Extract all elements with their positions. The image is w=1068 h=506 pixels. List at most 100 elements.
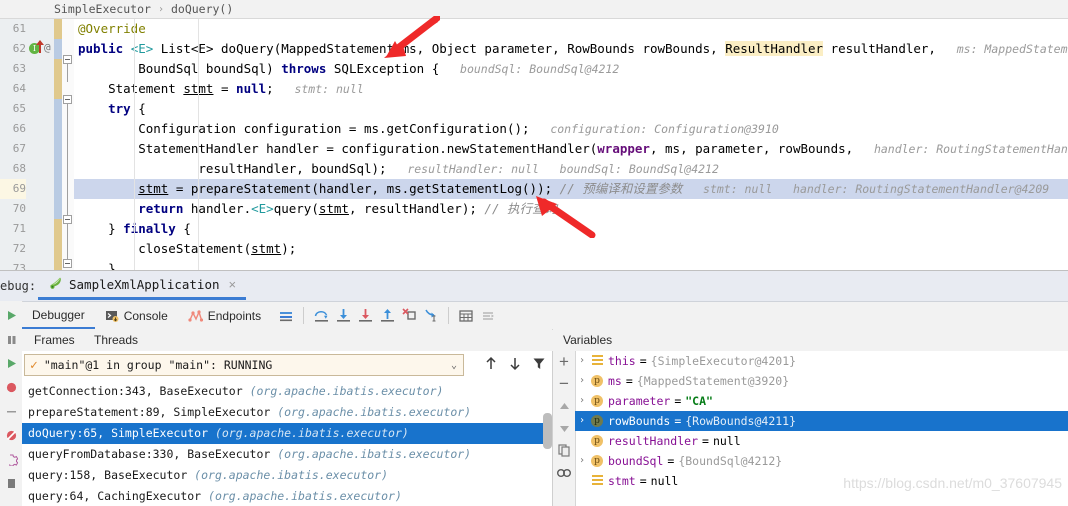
variables-list[interactable]: › this = {SimpleExecutor@4201} › p ms = {MappedS… [575,351,1068,506]
code-line[interactable]: return handler.<E>query(stmt, resultHand… [74,199,1068,219]
scrollbar-thumb[interactable] [543,413,552,449]
arrow-up-icon[interactable] [484,356,498,374]
pin-icon[interactable] [0,471,22,495]
toolbar-divider [448,307,450,324]
frames-scrollbar[interactable] [543,381,552,506]
indent-guide [134,159,135,179]
variable-row[interactable]: › this = {SimpleExecutor@4201} [575,351,1068,371]
code-line[interactable]: Statement stmt = null; stmt: null [74,79,1068,99]
mute-breakpoints-icon[interactable] [477,305,499,327]
evaluate-expression-icon[interactable] [455,305,477,327]
view-breakpoints-icon[interactable] [0,375,22,399]
code-line[interactable]: StatementHandler handler = configuration… [74,139,1068,159]
step-out-icon[interactable] [376,305,398,327]
code-line[interactable]: public <E> List<E> doQuery(MappedStateme… [74,39,1068,59]
indent-guide [198,139,199,159]
variable-row[interactable]: › p parameter = "CA" [575,391,1068,411]
expand-chevron-icon[interactable]: › [575,351,589,371]
variable-row[interactable]: stmt = null [575,471,1068,491]
code-line[interactable]: Configuration configuration = ms.getConf… [74,119,1068,139]
remove-watch-icon[interactable]: − [553,373,575,395]
variable-row[interactable]: › p ms = {MappedStatement@3920} [575,371,1068,391]
subtab-frames-label: Frames [34,333,75,347]
subtab-frames[interactable]: Frames [26,331,83,353]
thread-selector-value: "main"@1 in group "main": RUNNING [43,358,273,372]
expand-chevron-icon[interactable]: › [575,411,589,431]
arrow-down-icon[interactable] [508,356,522,374]
step-over-icon[interactable] [310,305,332,327]
code-token: SQLException { [333,61,440,76]
move-down-icon[interactable] [553,417,575,439]
add-watch-icon[interactable]: + [553,351,575,373]
code-token: { [175,221,191,236]
frame-row[interactable]: queryFromDatabase:330, BaseExecutor (org… [22,444,552,465]
frame-row[interactable]: doQuery:65, SimpleExecutor (org.apache.i… [22,423,552,444]
frames-panel: ✓ "main"@1 in group "main": RUNNING ⌄ ge… [22,351,553,506]
drop-frame-icon[interactable] [398,305,420,327]
variables-header-label: Variables [563,333,613,347]
run-to-cursor-icon[interactable] [420,305,442,327]
expand-chevron-icon[interactable]: › [575,391,589,411]
variable-value: {SimpleExecutor@4201} [650,354,797,368]
breadcrumb-separator-icon: › [157,3,164,15]
settings-icon[interactable] [0,447,22,471]
code-line[interactable]: try { [74,99,1068,119]
frames-list[interactable]: getConnection:343, BaseExecutor (org.apa… [22,381,552,506]
layout-settings-icon[interactable] [275,305,297,327]
code-line[interactable]: @Override [74,19,1068,39]
variable-value: null [650,474,679,488]
stop-icon[interactable] [0,351,22,375]
debug-left-rail [0,301,23,506]
filter-icon[interactable] [532,356,546,374]
code-line[interactable]: BoundSql boundSql) throws SQLException {… [74,59,1068,79]
frame-method: doQuery:65, SimpleExecutor [28,426,215,440]
copy-icon[interactable] [553,439,575,461]
code-line[interactable]: stmt = prepareStatement(handler, ms.getS… [74,179,1068,199]
breadcrumb-class[interactable]: SimpleExecutor [54,2,151,16]
variable-equals: = [702,434,709,448]
frame-row[interactable]: prepareStatement:89, SimpleExecutor (org… [22,402,552,423]
code-token: , resultHandler); [348,201,477,216]
close-icon[interactable]: × [229,277,237,292]
subtab-threads[interactable]: Threads [86,331,146,351]
fold-toggle-icon[interactable] [63,55,72,64]
frame-row[interactable]: query:158, BaseExecutor (org.apache.ibat… [22,465,552,486]
inspect-icon[interactable] [553,461,575,483]
tab-console[interactable]: Console [95,303,178,329]
breadcrumb-method[interactable]: doQuery() [171,2,233,16]
spring-leaf-icon [48,275,63,293]
variable-row[interactable]: › p boundSql = {BoundSql@4212} [575,451,1068,471]
gutter-icon-column[interactable]: I @ [28,19,54,300]
tab-debugger[interactable]: Debugger [22,303,95,329]
chevron-down-icon[interactable]: ⌄ [451,360,457,371]
indent-guide [134,19,135,39]
move-up-icon[interactable] [553,395,575,417]
tab-debugger-label: Debugger [32,307,85,322]
variable-row[interactable]: p resultHandler = null [575,431,1068,451]
code-line[interactable]: resultHandler, boundSql); resultHandler:… [74,159,1068,179]
indent-guide [134,179,135,199]
fold-toggle-icon[interactable] [63,259,72,268]
expand-chevron-icon[interactable]: › [575,451,589,471]
mute-breakpoints-icon[interactable] [0,423,22,447]
fold-toggle-icon[interactable] [63,95,72,104]
fold-toggle-icon[interactable] [63,215,72,224]
variable-row[interactable]: › p rowBounds = {RowBounds@4211} [575,411,1068,431]
code-token: resultHandler, boundSql); [78,161,387,176]
code-line[interactable]: } finally { [74,219,1068,239]
resume-program-icon[interactable] [0,303,22,327]
thread-selector[interactable]: ✓ "main"@1 in group "main": RUNNING ⌄ [24,354,464,376]
run-configuration-tab[interactable]: SampleXmlApplication × [38,271,247,300]
frame-row[interactable]: query:64, CachingExecutor (org.apache.ib… [22,486,552,506]
code-text-area[interactable]: @Override public <E> List<E> doQuery(Mapp… [74,19,1068,281]
step-into-icon[interactable] [332,305,354,327]
inline-debug-hint: stmt: null handler: RoutingStatementHand… [703,182,1050,196]
expand-chevron-icon[interactable]: › [575,371,589,391]
code-line[interactable]: closeStatement(stmt); [74,239,1068,259]
debug-toolbar: Debugger Console Endpoints [22,302,1068,330]
tab-endpoints[interactable]: Endpoints [178,303,271,329]
breadcrumb: SimpleExecutor › doQuery() [0,0,1068,19]
force-step-into-icon[interactable] [354,305,376,327]
pause-program-icon[interactable] [0,327,22,351]
frame-row[interactable]: getConnection:343, BaseExecutor (org.apa… [22,381,552,402]
